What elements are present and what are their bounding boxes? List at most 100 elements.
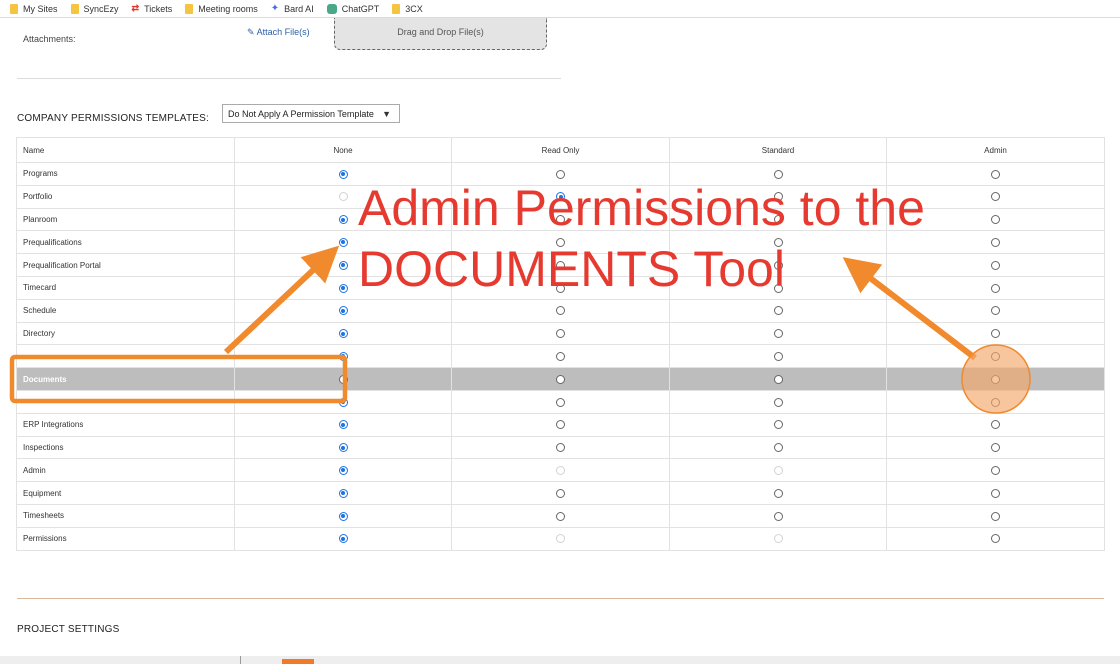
radio-admin[interactable] [991, 351, 1000, 361]
radio-read-only[interactable] [556, 215, 565, 225]
bookmark-item[interactable]: ⇄ Tickets [132, 3, 173, 14]
radio-standard[interactable] [773, 443, 783, 453]
radio-standard[interactable] [773, 260, 783, 270]
radio-none[interactable] [338, 443, 348, 453]
folder-icon [392, 3, 401, 14]
radio-none[interactable] [338, 237, 348, 247]
radio-admin[interactable] [991, 169, 1000, 179]
permission-cell-read-only [451, 230, 670, 255]
tool-name: Planroom [16, 207, 235, 232]
table-row: Programs [16, 162, 1105, 186]
radio-admin[interactable] [991, 397, 1000, 407]
radio-read-only[interactable] [556, 329, 565, 339]
radio-read-only[interactable] [556, 397, 565, 407]
radio-none[interactable] [338, 374, 348, 384]
permission-cell-standard [669, 162, 887, 186]
radio-read-only[interactable] [556, 511, 565, 521]
bookmark-item[interactable]: Meeting rooms [185, 3, 258, 14]
radio-admin[interactable] [991, 511, 1000, 521]
radio-standard[interactable] [773, 237, 783, 247]
radio-read-only [556, 465, 565, 475]
radio-read-only[interactable] [556, 488, 565, 498]
bookmark-item[interactable]: ✦ Bard AI [271, 3, 314, 14]
permission-cell-admin [886, 435, 1105, 460]
attach-file-link[interactable]: ✎ Attach File(s) [247, 27, 310, 38]
permission-cell-read-only [451, 412, 670, 437]
radio-standard[interactable] [773, 169, 783, 179]
permission-cell-standard [669, 230, 887, 255]
radio-read-only[interactable] [556, 443, 565, 453]
radio-read-only[interactable] [556, 237, 565, 247]
radio-none[interactable] [338, 420, 348, 430]
radio-admin[interactable] [991, 443, 1000, 453]
radio-admin[interactable] [991, 306, 1000, 316]
radio-admin[interactable] [991, 374, 1000, 384]
permission-cell-read-only [451, 503, 670, 528]
radio-read-only[interactable] [556, 260, 565, 270]
radio-none[interactable] [338, 351, 348, 361]
permission-cell-admin [886, 321, 1105, 346]
permission-cell-none [234, 503, 452, 528]
radio-none[interactable] [338, 283, 348, 293]
permission-template-select[interactable]: Do Not Apply A Permission Template ▼ [222, 104, 400, 123]
radio-none[interactable] [338, 306, 348, 316]
header-name: Name [16, 137, 235, 163]
radio-none[interactable] [338, 260, 348, 270]
radio-standard[interactable] [773, 511, 783, 521]
bookmark-label: My Sites [23, 3, 58, 14]
radio-admin[interactable] [991, 192, 1000, 202]
radio-none[interactable] [338, 534, 348, 544]
radio-admin[interactable] [991, 283, 1000, 293]
radio-admin[interactable] [991, 488, 1000, 498]
radio-admin[interactable] [991, 215, 1000, 225]
radio-standard[interactable] [773, 329, 783, 339]
project-settings-heading: PROJECT SETTINGS [17, 624, 120, 635]
table-row: Timecard [16, 275, 1105, 300]
radio-standard[interactable] [773, 420, 783, 430]
radio-none[interactable] [338, 397, 348, 407]
bookmark-item[interactable]: SyncEzy [70, 3, 119, 14]
radio-none[interactable] [338, 215, 348, 225]
file-dropzone[interactable]: Drag and Drop File(s) [334, 18, 547, 50]
radio-none[interactable] [338, 169, 348, 179]
radio-none[interactable] [338, 488, 348, 498]
radio-standard[interactable] [773, 306, 783, 316]
radio-read-only[interactable] [556, 420, 565, 430]
radio-read-only[interactable] [556, 374, 565, 384]
permission-cell-admin [886, 275, 1105, 300]
radio-read-only[interactable] [556, 192, 565, 202]
bookmark-label: Bard AI [284, 3, 314, 14]
permission-cell-standard [669, 526, 887, 551]
radio-standard[interactable] [773, 192, 783, 202]
tool-name: Timecard [16, 275, 235, 300]
permission-cell-none [234, 481, 452, 505]
radio-none[interactable] [338, 465, 348, 475]
radio-admin[interactable] [991, 329, 1000, 339]
permission-cell-admin [886, 162, 1105, 186]
radio-none[interactable] [338, 511, 348, 521]
radio-standard[interactable] [773, 374, 783, 384]
radio-read-only[interactable] [556, 283, 565, 293]
radio-admin[interactable] [991, 465, 1000, 475]
bookmark-item[interactable]: 3CX [392, 3, 423, 14]
radio-standard[interactable] [773, 488, 783, 498]
radio-read-only[interactable] [556, 351, 565, 361]
radio-standard[interactable] [773, 283, 783, 293]
permission-cell-read-only [451, 344, 670, 369]
radio-admin[interactable] [991, 260, 1000, 270]
table-row [16, 344, 1105, 369]
radio-standard[interactable] [773, 351, 783, 361]
radio-admin[interactable] [991, 237, 1000, 247]
radio-standard[interactable] [773, 215, 783, 225]
radio-standard[interactable] [773, 397, 783, 407]
bookmark-item[interactable]: ChatGPT [326, 3, 379, 14]
radio-none[interactable] [338, 329, 348, 339]
radio-admin[interactable] [991, 420, 1000, 430]
radio-read-only[interactable] [556, 169, 565, 179]
radio-admin[interactable] [991, 534, 1000, 544]
permission-cell-read-only [451, 526, 670, 551]
tool-name [16, 389, 235, 414]
radio-read-only[interactable] [556, 306, 565, 316]
permission-templates-label: COMPANY PERMISSIONS TEMPLATES: [17, 113, 209, 124]
bookmark-item[interactable]: My Sites [10, 3, 58, 14]
